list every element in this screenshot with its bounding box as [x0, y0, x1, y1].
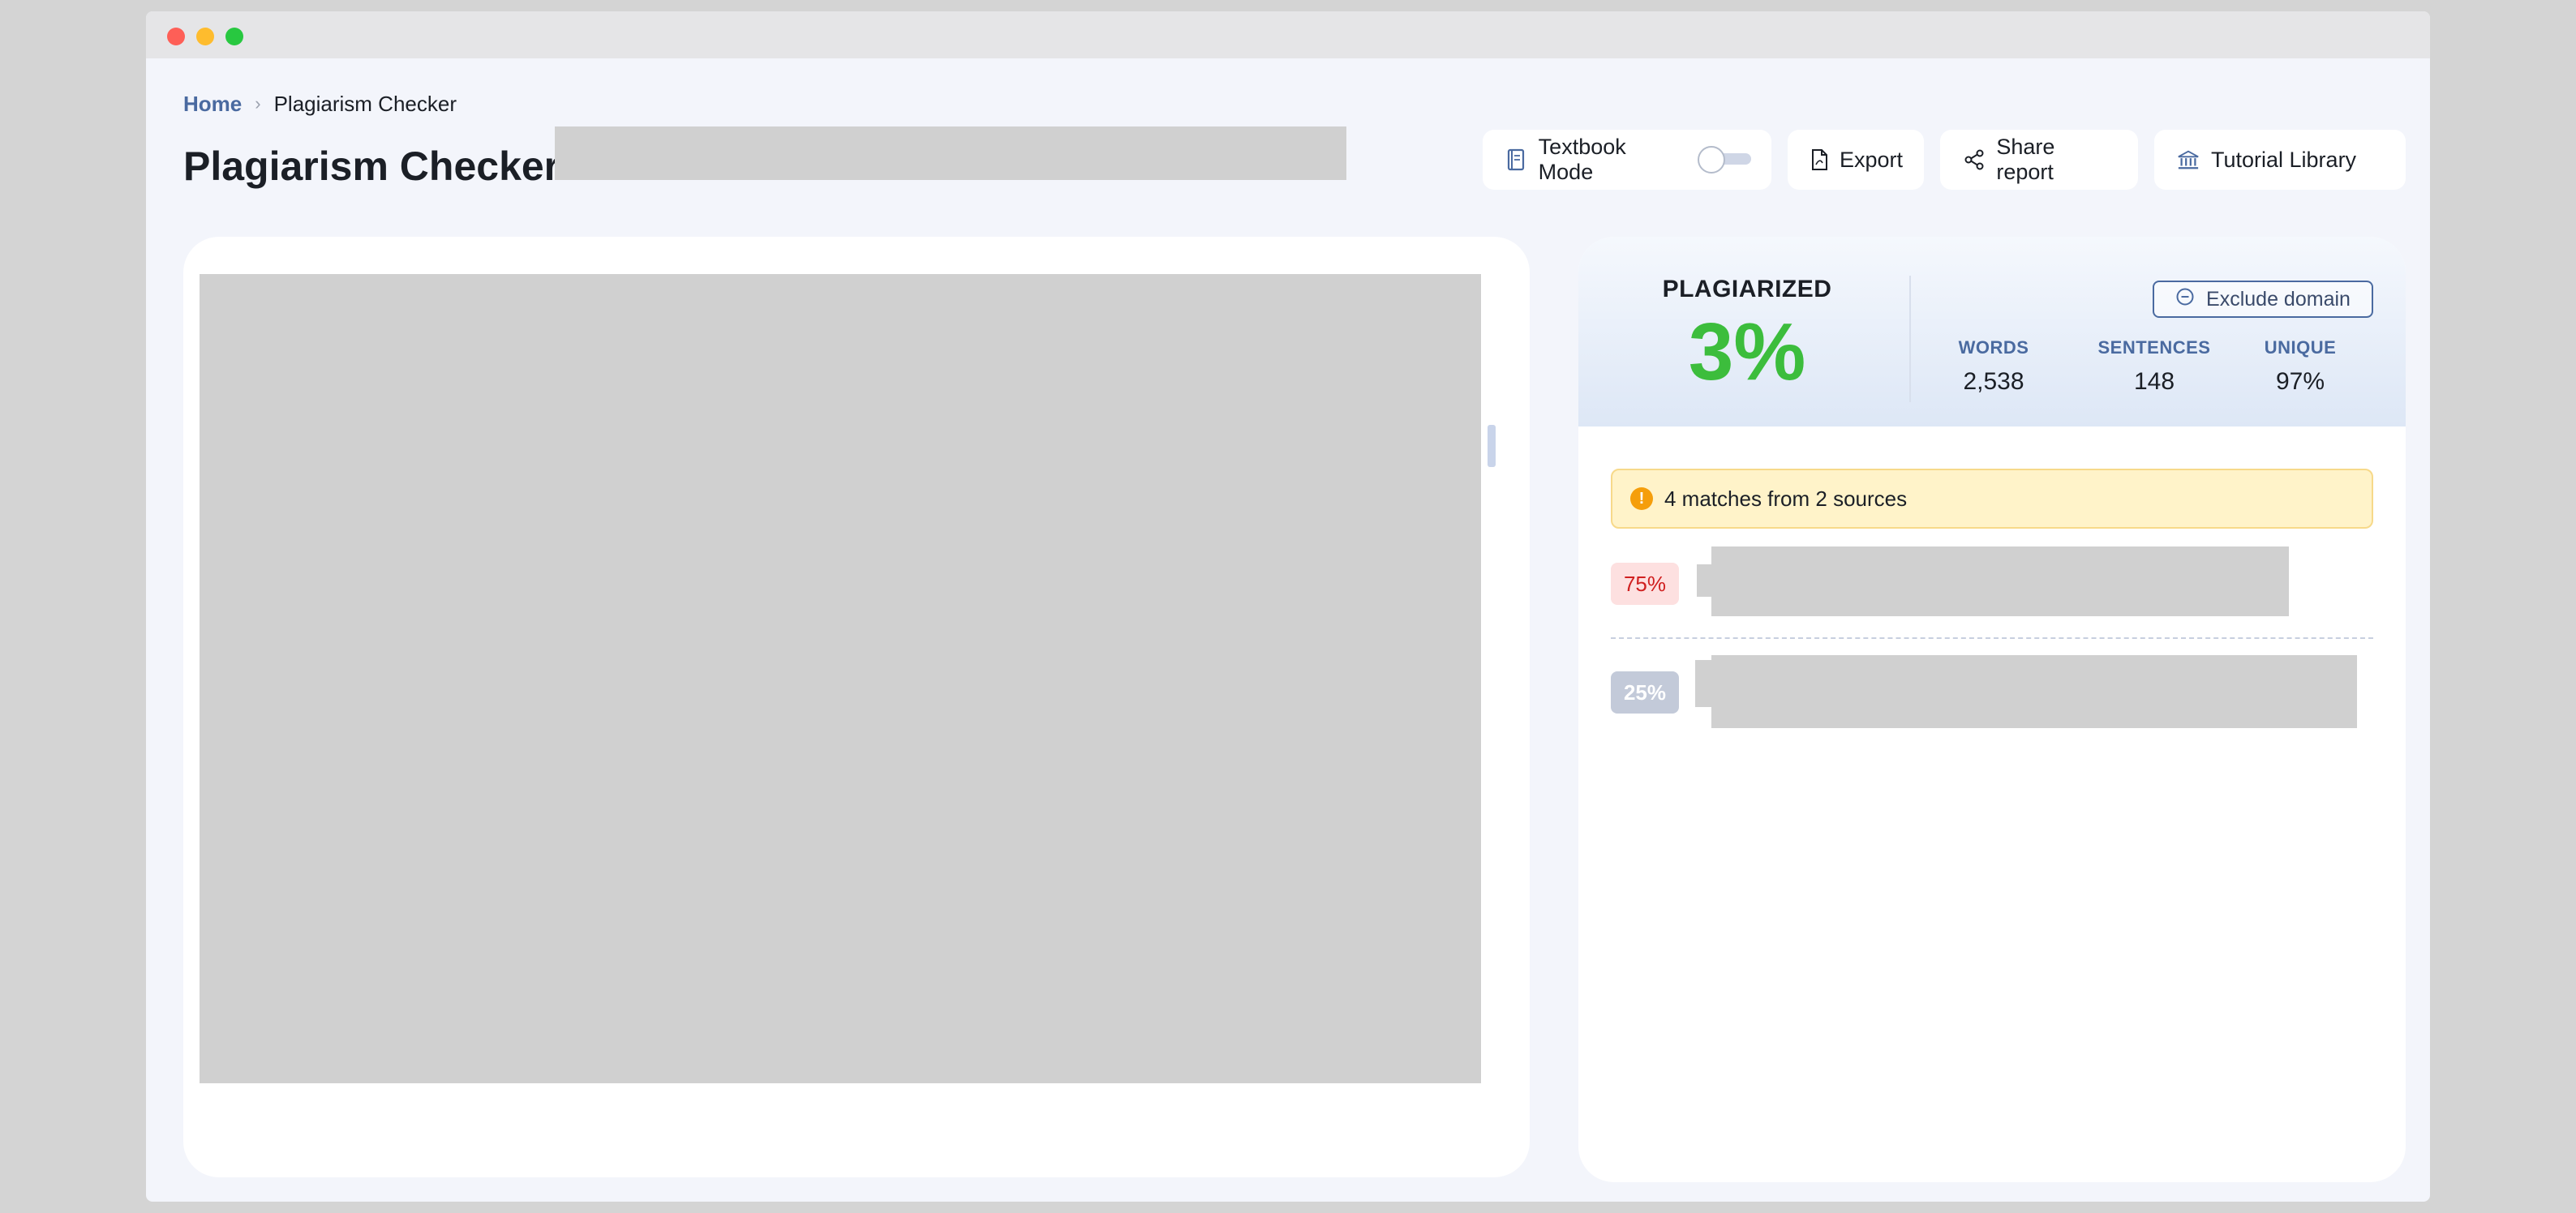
results-summary: PLAGIARIZED 3% WORDS 2,538 SENTENCES 148… — [1578, 237, 2406, 426]
stat-value: 148 — [2133, 368, 2175, 395]
pdf-file-icon — [1810, 148, 1828, 171]
scrollbar-handle[interactable] — [1488, 425, 1496, 467]
page-title: Plagiarism Checker: — [183, 144, 573, 189]
breadcrumb-current: Plagiarism Checker — [273, 91, 457, 116]
book-icon — [1505, 148, 1527, 171]
match-percent-badge[interactable]: 25% — [1611, 671, 1679, 714]
redacted-source[interactable] — [1711, 655, 2357, 728]
export-button[interactable]: Export — [1788, 130, 1924, 190]
match-percent-badge[interactable]: 75% — [1611, 563, 1679, 605]
tutorial-library-button[interactable]: Tutorial Library — [2154, 130, 2406, 190]
divider — [1909, 276, 1911, 402]
share-report-button[interactable]: Share report — [1940, 130, 2138, 190]
redacted-source[interactable] — [1711, 546, 2289, 616]
breadcrumb: Home › Plagiarism Checker — [183, 88, 457, 120]
stat-value: 2,538 — [1963, 368, 2024, 395]
matches-alert: ! 4 matches from 2 sources — [1611, 469, 2373, 529]
stat-label: SENTENCES — [2097, 337, 2211, 358]
stat-words: WORDS 2,538 — [1921, 337, 2067, 396]
textbook-mode-label: Textbook Mode — [1538, 135, 1626, 184]
exclude-domain-label: Exclude domain — [2206, 287, 2351, 311]
stat-label: UNIQUE — [2264, 337, 2337, 358]
share-report-label: Share report — [1996, 135, 2055, 184]
warning-icon: ! — [1630, 487, 1653, 510]
stat-value: 97% — [2275, 368, 2325, 395]
minimize-window-button[interactable] — [196, 28, 214, 45]
toggle-switch[interactable] — [1698, 146, 1752, 174]
stat-sentences: SENTENCES 148 — [2081, 337, 2227, 396]
export-label: Export — [1840, 147, 1904, 172]
redacted-document-name — [555, 126, 1346, 180]
divider — [1611, 637, 2373, 639]
stat-label: WORDS — [1958, 337, 2029, 358]
plagiarized-label: PLAGIARIZED — [1662, 276, 1832, 302]
minus-circle-icon — [2175, 287, 2195, 312]
library-icon — [2177, 148, 2200, 171]
chevron-right-icon: › — [255, 93, 261, 114]
plagiarized-percentage: 3% — [1688, 306, 1806, 397]
redacted-document-content — [200, 274, 1481, 1083]
alert-text: 4 matches from 2 sources — [1664, 486, 1908, 511]
maximize-window-button[interactable] — [225, 28, 243, 45]
document-panel — [183, 237, 1530, 1177]
results-panel: PLAGIARIZED 3% WORDS 2,538 SENTENCES 148… — [1578, 237, 2406, 1182]
close-window-button[interactable] — [167, 28, 185, 45]
textbook-mode-toggle[interactable]: Textbook Mode — [1483, 130, 1771, 190]
breadcrumb-home-link[interactable]: Home — [183, 92, 242, 117]
app-window: Home › Plagiarism Checker Plagiarism Che… — [146, 11, 2430, 1202]
tutorial-library-label: Tutorial Library — [2211, 147, 2357, 172]
exclude-domain-button[interactable]: Exclude domain — [2153, 281, 2373, 318]
stat-unique: UNIQUE 97% — [2227, 337, 2373, 396]
title-bar — [146, 11, 2430, 58]
share-icon — [1963, 148, 1985, 171]
